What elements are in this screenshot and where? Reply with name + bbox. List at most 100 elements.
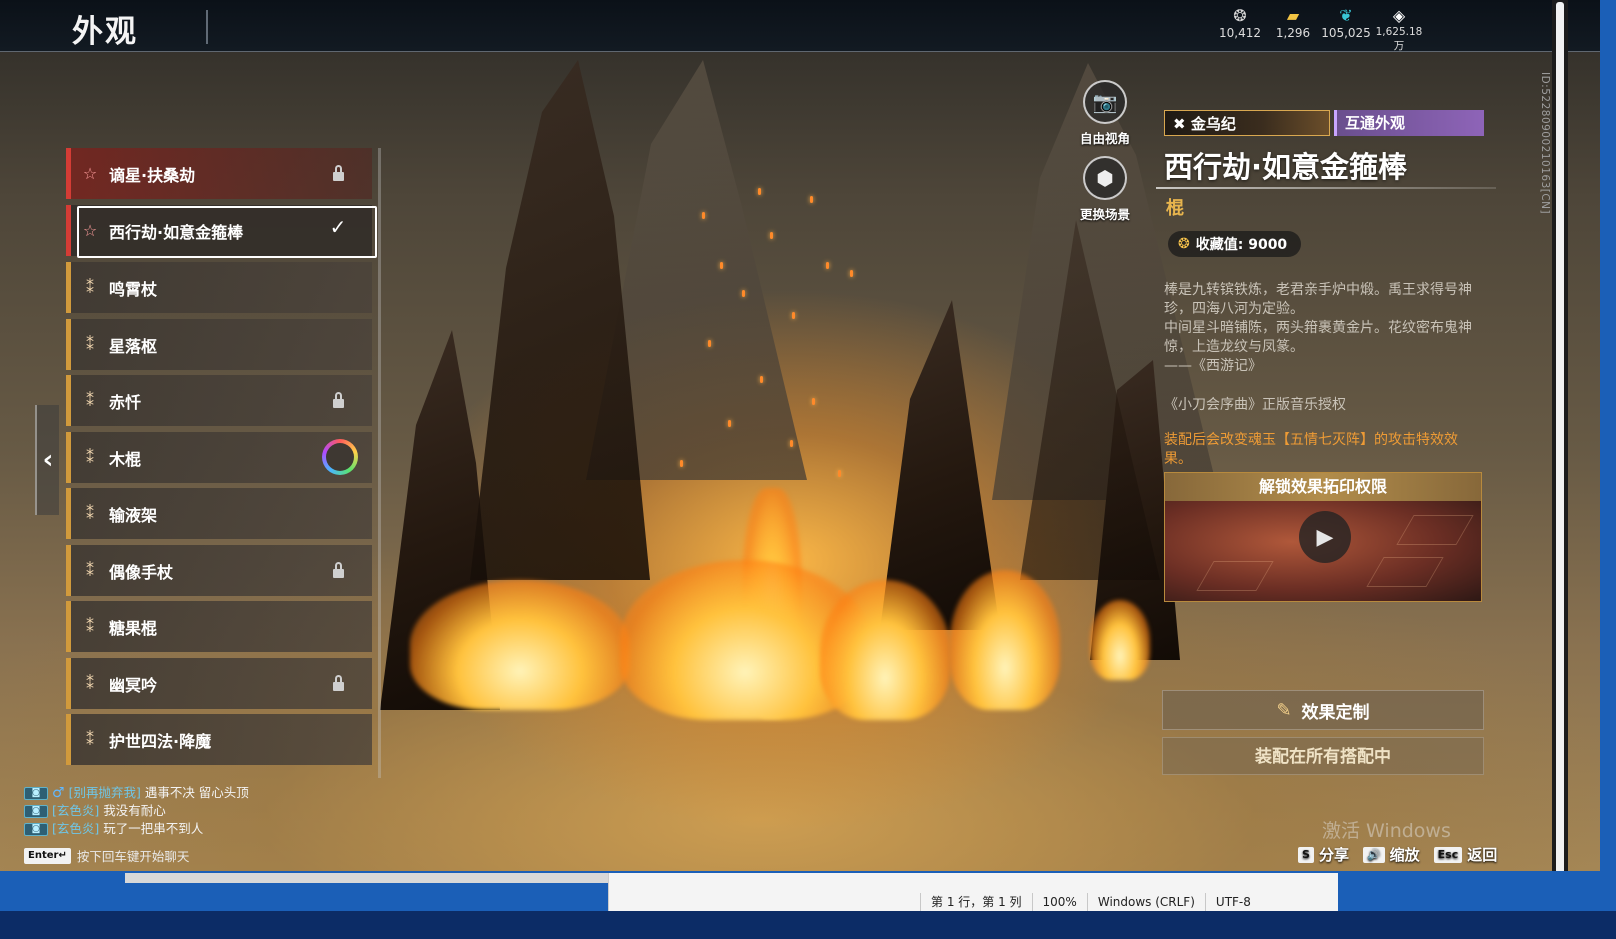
chat-sender[interactable]: [玄色炎] bbox=[52, 802, 99, 820]
appearance-list[interactable]: ☆ 谪星·扶桑劫 ☆ 西行劫·如意金箍棒 ✓ ⁑ 鸣霄杖 ⁑ 星落枢 ⁑ 赤忏 … bbox=[66, 148, 380, 778]
star-icon: ☆ bbox=[82, 221, 98, 240]
back-hint[interactable]: Esc 返回 bbox=[1433, 844, 1498, 865]
camera-icon: 📷 bbox=[1083, 80, 1127, 124]
s-key-icon: S bbox=[1298, 846, 1314, 863]
ember bbox=[760, 376, 763, 383]
item-name: 鸣霄杖 bbox=[109, 279, 158, 299]
equip-all-button[interactable]: 装配在所有搭配中 bbox=[1162, 737, 1484, 775]
currency-feather: ❦ 105,025 bbox=[1320, 6, 1372, 40]
list-item[interactable]: ⁑ 鸣霄杖 bbox=[66, 262, 372, 313]
zoom-level: 100% bbox=[1031, 893, 1087, 911]
chat-message: 我没有耐心 bbox=[103, 803, 166, 818]
encoding: UTF-8 bbox=[1204, 893, 1261, 911]
collect-value-badge: ❂ 收藏值: 9000 bbox=[1168, 231, 1302, 257]
effect-preview-video[interactable]: ▶ bbox=[1165, 501, 1481, 601]
ember bbox=[758, 188, 761, 195]
effect-customize-button[interactable]: ✎ 效果定制 bbox=[1162, 690, 1484, 730]
ember bbox=[792, 312, 795, 319]
chat-line: ◙ [玄色炎] 玩了一把串不到人 bbox=[24, 820, 249, 838]
background-window-edge bbox=[125, 873, 608, 883]
zoom-key-icon: 🔊 bbox=[1362, 846, 1385, 863]
chat-hint-text: 按下回车键开始聊天 bbox=[76, 849, 190, 864]
flame bbox=[950, 570, 1060, 710]
silver-coin-icon: ❂ bbox=[1233, 6, 1247, 25]
list-item[interactable]: ⁑ 木棍 bbox=[66, 432, 372, 483]
rarity-mark-icon: ⁑ bbox=[86, 278, 94, 297]
ember bbox=[728, 420, 731, 427]
title-divider bbox=[206, 10, 208, 44]
diamond-icon: ◈ bbox=[1392, 6, 1406, 25]
rarity-mark-icon: ⁑ bbox=[86, 617, 94, 636]
list-item-selected[interactable]: ☆ 西行劫·如意金箍棒 ✓ bbox=[66, 205, 377, 258]
windows-activation-watermark: 激活 Windows bbox=[1322, 820, 1451, 842]
list-item[interactable]: ⁑ 偶像手杖 bbox=[66, 545, 372, 596]
ember bbox=[812, 398, 815, 405]
item-description: 棒是九转镔铁炼，老君亲手炉中煅。禹王求得号神 珍，四海八河为定验。 中间星斗暗铺… bbox=[1164, 281, 1494, 376]
collapse-list-button[interactable]: ‹ bbox=[35, 405, 59, 515]
list-item[interactable]: ⁑ 输液架 bbox=[66, 488, 372, 539]
list-item[interactable]: ⁑ 星落枢 bbox=[66, 319, 372, 370]
chat-sender[interactable]: [玄色炎] bbox=[52, 820, 99, 838]
currency-value: 10,412 bbox=[1219, 26, 1261, 40]
preview-floor-tile bbox=[1396, 515, 1474, 545]
preview-floor-tile bbox=[1196, 561, 1274, 591]
list-scrollbar[interactable] bbox=[378, 148, 381, 778]
ember bbox=[810, 196, 813, 203]
list-item[interactable]: ⁑ 糖果棍 bbox=[66, 601, 372, 652]
item-name: 星落枢 bbox=[109, 336, 158, 356]
gamepad-icon: ◙ bbox=[24, 822, 48, 836]
ember bbox=[826, 262, 829, 269]
list-item[interactable]: ⁑ 幽冥吟 bbox=[66, 658, 372, 709]
unlock-preview[interactable]: 解锁效果拓印权限 ▶ bbox=[1164, 472, 1482, 602]
rarity-mark-icon: ⁑ bbox=[86, 561, 94, 580]
back-label: 返回 bbox=[1467, 846, 1498, 864]
chat-input-hint[interactable]: Enter↵ 按下回车键开始聊天 bbox=[24, 846, 189, 865]
chat-sender[interactable]: [别再抛弃我] bbox=[69, 784, 141, 802]
free-view-button[interactable]: 📷 自由视角 bbox=[1070, 80, 1140, 147]
rarity-mark-icon: ⁑ bbox=[86, 730, 94, 749]
chat-line: ◙ ♂ [别再抛弃我] 遇事不决 留心头顶 bbox=[24, 784, 249, 802]
change-scene-button[interactable]: ⬢ 更换场景 bbox=[1070, 156, 1140, 223]
chevron-left-icon: ‹ bbox=[42, 445, 54, 475]
series-tag: ✖ 金乌纪 bbox=[1164, 110, 1330, 136]
game-window: 外观 ❂ 10,412 ▰ 1,296 ❦ 105,025 ◈ 1,625.18… bbox=[0, 0, 1600, 900]
ember bbox=[770, 232, 773, 239]
wand-icon: ✎ bbox=[1276, 699, 1292, 721]
enter-key-icon: Enter↵ bbox=[24, 847, 71, 864]
collect-coin-icon: ❂ bbox=[1178, 236, 1190, 252]
feather-icon: ❦ bbox=[1339, 6, 1353, 25]
flame bbox=[410, 580, 630, 710]
effect-note: 装配后会改变魂玉【五情七灭阵】的攻击特效效果。 bbox=[1164, 432, 1458, 467]
change-scene-label: 更换场景 bbox=[1079, 207, 1130, 222]
desc-line: ——《西游记》 bbox=[1164, 358, 1262, 374]
item-name: 木棍 bbox=[109, 449, 142, 469]
color-ring-icon bbox=[322, 439, 358, 475]
item-name: 谪星·扶桑劫 bbox=[109, 165, 196, 185]
gamepad-icon: ◙ bbox=[24, 786, 48, 800]
share-hint[interactable]: S 分享 bbox=[1298, 844, 1349, 865]
list-item[interactable]: ⁑ 赤忏 bbox=[66, 375, 372, 426]
scrollbar-thumb[interactable] bbox=[1556, 2, 1564, 892]
detail-panel: ✖ 金乌纪 互通外观 西行劫·如意金箍棒 棍 ❂ 收藏值: 9000 棒是九转镔… bbox=[1156, 80, 1496, 780]
free-view-label: 自由视角 bbox=[1079, 131, 1130, 146]
window-scrollbar[interactable] bbox=[1552, 0, 1568, 900]
rarity-mark-icon: ⁑ bbox=[86, 335, 94, 354]
item-name: 输液架 bbox=[109, 505, 158, 525]
currency-diamond: ◈ 1,625.18万 bbox=[1372, 6, 1426, 53]
list-item[interactable]: ☆ 谪星·扶桑劫 bbox=[66, 148, 372, 199]
play-icon[interactable]: ▶ bbox=[1299, 511, 1351, 563]
ember bbox=[720, 262, 723, 269]
currency-silver: ❂ 10,412 bbox=[1216, 6, 1264, 40]
desc-line: 惊，上造龙纹与凤篆。 bbox=[1164, 339, 1304, 355]
lock-icon bbox=[326, 161, 350, 185]
chat-message: 遇事不决 留心头顶 bbox=[144, 785, 249, 800]
rarity-mark-icon: ⁑ bbox=[86, 448, 94, 467]
top-bar: 外观 ❂ 10,412 ▰ 1,296 ❦ 105,025 ◈ 1,625.18… bbox=[0, 0, 1600, 52]
ember bbox=[790, 440, 793, 447]
rarity-mark-icon: ⁑ bbox=[86, 504, 94, 523]
desc-line: 中间星斗暗铺陈，两头箝裹黄金片。花纹密布鬼神 bbox=[1164, 320, 1472, 336]
effect-customize-label: 效果定制 bbox=[1301, 702, 1370, 723]
list-item[interactable]: ⁑ 护世四法·降魔 bbox=[66, 714, 372, 765]
page-title: 外观 bbox=[72, 14, 138, 50]
zoom-hint[interactable]: 🔊 缩放 bbox=[1362, 844, 1420, 865]
